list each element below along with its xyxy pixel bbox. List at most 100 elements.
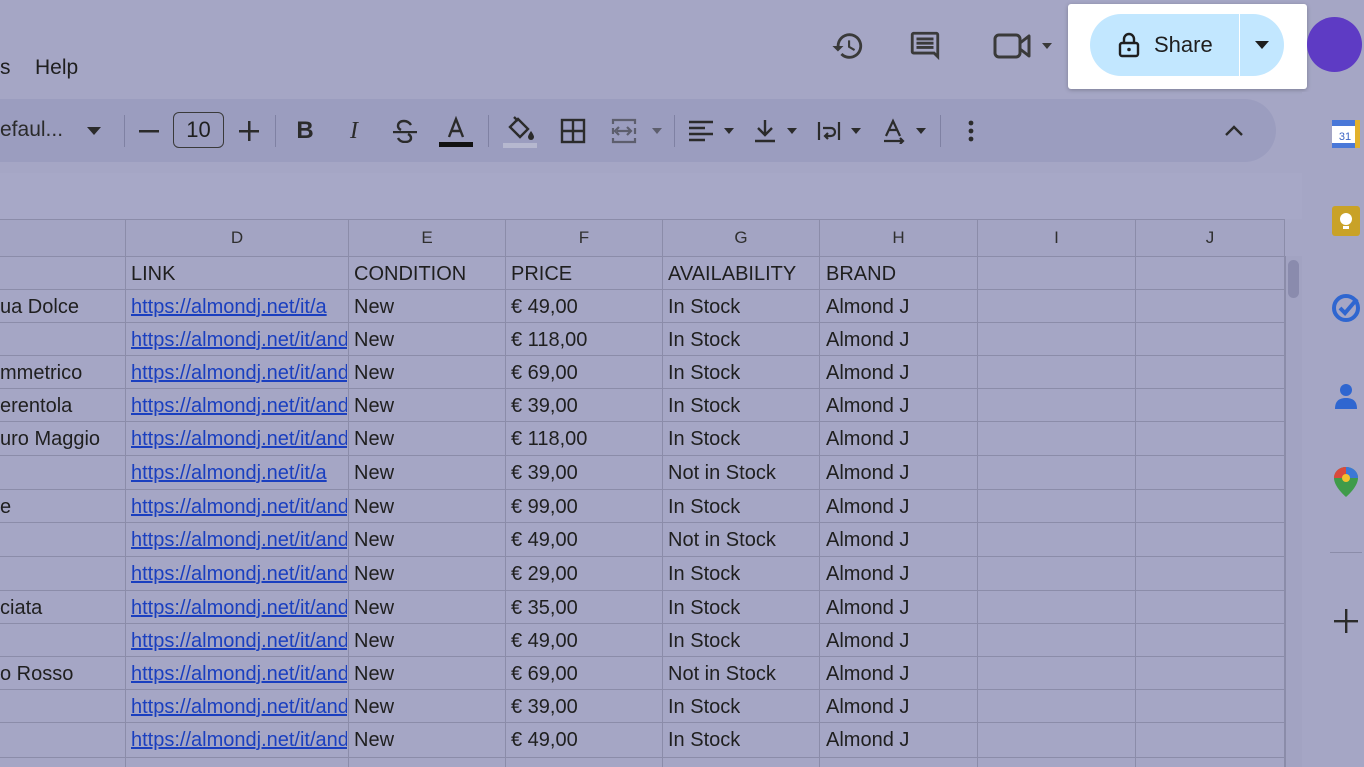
font-size-input[interactable]: 10 [173, 112, 224, 148]
cell-price[interactable]: € 39,00 [511, 395, 578, 418]
cell-brand[interactable]: Almond J [826, 529, 909, 552]
cell-link[interactable]: https://almondj.net/it/and [131, 563, 347, 586]
cell-price[interactable]: € 49,00 [511, 529, 578, 552]
column-header-e[interactable]: E [349, 219, 506, 256]
contacts-icon[interactable] [1330, 380, 1362, 412]
cell-availability[interactable]: In Stock [668, 496, 740, 519]
cell-availability[interactable]: In Stock [668, 729, 740, 752]
cell-c[interactable]: uro Maggio [0, 428, 124, 451]
cell-availability[interactable]: Not in Stock [668, 529, 776, 552]
cell-c[interactable]: o Rosso [0, 663, 124, 686]
menu-item-partial[interactable]: s [0, 56, 11, 80]
column-header-f[interactable]: F [506, 219, 663, 256]
cell-price[interactable]: € 118,00 [511, 329, 587, 352]
cell-condition[interactable]: New [354, 529, 394, 552]
cell-availability[interactable]: In Stock [668, 329, 740, 352]
cell-price[interactable]: € 49,00 [511, 296, 578, 319]
cell-brand[interactable]: Almond J [826, 729, 909, 752]
cell-condition[interactable]: New [354, 663, 394, 686]
cell-link[interactable]: https://almondj.net/it/and [131, 630, 347, 653]
cell-brand[interactable]: Almond J [826, 663, 909, 686]
cell-price[interactable]: € 118,00 [511, 428, 587, 451]
column-header-g[interactable]: G [663, 219, 820, 256]
more-options-icon[interactable] [958, 112, 984, 150]
cell-header-availability[interactable]: AVAILABILITY [668, 263, 796, 286]
share-button[interactable]: Share [1090, 14, 1222, 76]
font-dropdown-caret-icon[interactable] [84, 112, 104, 150]
cell-link[interactable]: https://almondj.net/it/and [131, 329, 347, 352]
maps-icon[interactable] [1330, 466, 1362, 498]
cell-price[interactable]: € 49,00 [511, 630, 578, 653]
cell-price[interactable]: € 69,00 [511, 663, 578, 686]
cell-link[interactable]: https://almondj.net/it/and [131, 428, 347, 451]
column-header-j[interactable]: J [1136, 219, 1285, 256]
cell-condition[interactable]: New [354, 597, 394, 620]
horizontal-align-icon[interactable] [686, 112, 738, 150]
cell-brand[interactable]: Almond J [826, 395, 909, 418]
text-wrapping-icon[interactable] [815, 112, 865, 150]
vertical-scrollbar[interactable] [1285, 256, 1303, 767]
bold-icon[interactable]: B [291, 112, 319, 150]
cell-availability[interactable]: In Stock [668, 630, 740, 653]
cell-brand[interactable]: Almond J [826, 329, 909, 352]
cell-availability[interactable]: Not in Stock [668, 663, 776, 686]
text-color-icon[interactable] [437, 112, 475, 150]
cell-link[interactable]: https://almondj.net/it/and [131, 696, 347, 719]
cell-availability[interactable]: In Stock [668, 563, 740, 586]
cell-header-condition[interactable]: CONDITION [354, 263, 466, 286]
cell-c[interactable]: ua Dolce [0, 296, 124, 319]
cell-availability[interactable]: In Stock [668, 362, 740, 385]
cell-availability[interactable]: Not in Stock [668, 462, 776, 485]
cell-link[interactable]: https://almondj.net/it/and [131, 729, 347, 752]
cell-availability[interactable]: In Stock [668, 296, 740, 319]
cell-header-price[interactable]: PRICE [511, 263, 572, 286]
calendar-icon[interactable]: 31 [1330, 118, 1362, 150]
column-header-i[interactable]: I [978, 219, 1136, 256]
cell-link[interactable]: https://almondj.net/it/a [131, 296, 347, 319]
merge-cells-icon[interactable] [608, 112, 668, 150]
cell-c[interactable]: ciata [0, 597, 124, 620]
cell-availability[interactable]: In Stock [668, 597, 740, 620]
cell-condition[interactable]: New [354, 462, 394, 485]
cell-price[interactable]: € 29,00 [511, 563, 578, 586]
cell-availability[interactable]: In Stock [668, 395, 740, 418]
cell-price[interactable]: € 49,00 [511, 729, 578, 752]
column-header-c[interactable] [0, 219, 126, 256]
cell-link[interactable]: https://almondj.net/it/and [131, 496, 347, 519]
column-header-d[interactable]: D [126, 219, 349, 256]
cell-condition[interactable]: New [354, 362, 394, 385]
column-header-h[interactable]: H [820, 219, 978, 256]
formula-bar[interactable] [0, 173, 1302, 219]
cell-c[interactable]: erentola [0, 395, 124, 418]
fill-color-icon[interactable] [501, 112, 539, 150]
tasks-icon[interactable] [1330, 292, 1362, 324]
cell-brand[interactable]: Almond J [826, 428, 909, 451]
cell-condition[interactable]: New [354, 428, 394, 451]
scrollbar-thumb[interactable] [1288, 260, 1299, 298]
cell-brand[interactable]: Almond J [826, 597, 909, 620]
cell-c[interactable]: e [0, 496, 124, 519]
plus-icon[interactable] [1330, 605, 1362, 637]
cell-brand[interactable]: Almond J [826, 362, 909, 385]
cell-condition[interactable]: New [354, 496, 394, 519]
cell-condition[interactable]: New [354, 696, 394, 719]
cell-price[interactable]: € 39,00 [511, 462, 578, 485]
cell-condition[interactable]: New [354, 563, 394, 586]
cell-availability[interactable]: In Stock [668, 696, 740, 719]
cell-brand[interactable]: Almond J [826, 496, 909, 519]
strikethrough-icon[interactable] [390, 112, 420, 150]
cell-price[interactable]: € 69,00 [511, 362, 578, 385]
cell-availability[interactable]: In Stock [668, 428, 740, 451]
history-icon[interactable] [829, 27, 867, 65]
share-dropdown-button[interactable] [1240, 14, 1284, 76]
increase-font-size-icon[interactable] [236, 112, 262, 150]
cell-brand[interactable]: Almond J [826, 696, 909, 719]
cell-condition[interactable]: New [354, 296, 394, 319]
cell-link[interactable]: https://almondj.net/it/a [131, 462, 347, 485]
cell-brand[interactable]: Almond J [826, 462, 909, 485]
cell-header-link[interactable]: LINK [131, 263, 175, 286]
cell-link[interactable]: https://almondj.net/it/and [131, 362, 347, 385]
keep-icon[interactable] [1330, 205, 1362, 237]
decrease-font-size-icon[interactable] [136, 112, 162, 150]
cell-condition[interactable]: New [354, 630, 394, 653]
